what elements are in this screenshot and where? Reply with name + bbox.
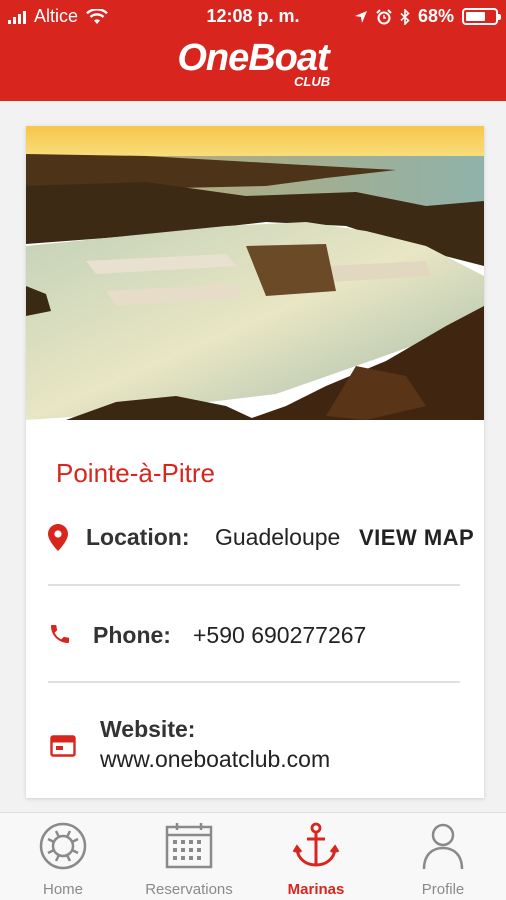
bluetooth-icon (400, 8, 410, 25)
divider (48, 584, 460, 586)
location-value: Guadeloupe (215, 524, 341, 550)
bottom-nav: Home Reservations Marinas Profile (0, 812, 506, 900)
nav-reservations-label: Reservations (145, 881, 233, 898)
nav-marinas-label: Marinas (287, 881, 345, 898)
logo-main-text: OneBoat (177, 37, 329, 79)
nav-profile-label: Profile (421, 881, 465, 898)
marina-photo (26, 126, 484, 420)
status-right: 68% (354, 6, 501, 27)
nav-profile[interactable]: Profile (380, 813, 506, 900)
status-bar: Altice 12:08 p. m. 68% (0, 0, 506, 34)
website-label: Website: (100, 716, 196, 742)
logo-sub-text: CLUB (294, 74, 331, 89)
browser-icon (50, 735, 76, 757)
battery-fill (466, 12, 486, 21)
marina-card: Pointe-à-Pitre Location: Guadeloupe VIEW… (26, 126, 484, 798)
map-pin-icon (48, 524, 68, 551)
nav-marinas[interactable]: Marinas (253, 813, 379, 900)
calendar-icon (165, 823, 213, 869)
phone-icon (51, 625, 69, 643)
phone-label: Phone: (93, 622, 171, 648)
location-arrow-icon (354, 10, 367, 23)
anchor-icon (292, 822, 340, 867)
nav-reservations[interactable]: Reservations (126, 813, 252, 900)
battery-icon (462, 8, 501, 25)
lifebuoy-icon (39, 822, 87, 870)
app-logo: OneBoat CLUB (0, 37, 506, 89)
location-row: Location: Guadeloupe VIEW MAP (26, 520, 484, 556)
view-map-button[interactable]: VIEW MAP (359, 525, 474, 551)
location-label: Location: (86, 524, 190, 550)
phone-value[interactable]: +590 690277267 (193, 622, 366, 649)
phone-row[interactable]: Phone: +590 690277267 (26, 618, 484, 654)
website-row[interactable]: Website: www.oneboatclub.com (26, 714, 484, 778)
battery-percent: 68% (417, 6, 454, 26)
nav-home-label: Home (42, 881, 83, 898)
marina-name: Pointe-à-Pitre (56, 458, 215, 488)
website-value[interactable]: www.oneboatclub.com (100, 746, 330, 773)
alarm-icon (376, 8, 392, 24)
person-icon (422, 823, 464, 870)
divider (48, 681, 460, 683)
nav-home[interactable]: Home (0, 813, 126, 900)
app-header: Altice 12:08 p. m. 68% OneBoat CLUB (0, 0, 506, 101)
